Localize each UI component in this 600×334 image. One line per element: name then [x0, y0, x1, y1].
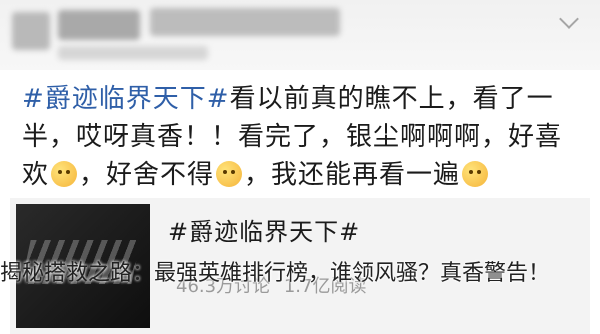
crying-face-icon — [216, 161, 243, 187]
smiling-face-icon — [462, 161, 489, 187]
avatar[interactable] — [12, 12, 50, 50]
topic-title[interactable]: #爵迹临界天下# — [168, 212, 360, 247]
post-line-3-a: 欢 — [22, 160, 50, 190]
chevron-down-icon[interactable] — [559, 9, 579, 29]
hashtag-link[interactable]: #爵迹临界天下# — [22, 84, 230, 114]
post-meta — [58, 46, 208, 60]
blurred-user-header — [0, 0, 600, 70]
post-text: #爵迹临界天下#看以前真的瞧不上，看了一 半，哎呀真香！！看完了，银尘啊啊啊，好… — [22, 80, 592, 194]
post-line-2: 半，哎呀真香！！看完了，银尘啊啊啊，好喜 — [22, 122, 563, 152]
article-caption: 揭秘搭救之路：最强英雄排行榜，谁领风骚？真香警告！ — [0, 261, 551, 286]
post-line-1-text: 看以前真的瞧不上，看了一 — [229, 84, 554, 114]
post-line-1: #爵迹临界天下#看以前真的瞧不上，看了一 — [22, 80, 592, 118]
post-line-3-b: ，好舍不得 — [79, 160, 215, 190]
username[interactable] — [58, 10, 140, 40]
user-info — [150, 8, 340, 36]
post-line-3: 欢 ，好舍不得 ，我还能再看一遍 — [22, 156, 592, 194]
smiling-face-icon — [51, 161, 78, 187]
post-line-3-c: ，我还能再看一遍 — [244, 160, 461, 190]
